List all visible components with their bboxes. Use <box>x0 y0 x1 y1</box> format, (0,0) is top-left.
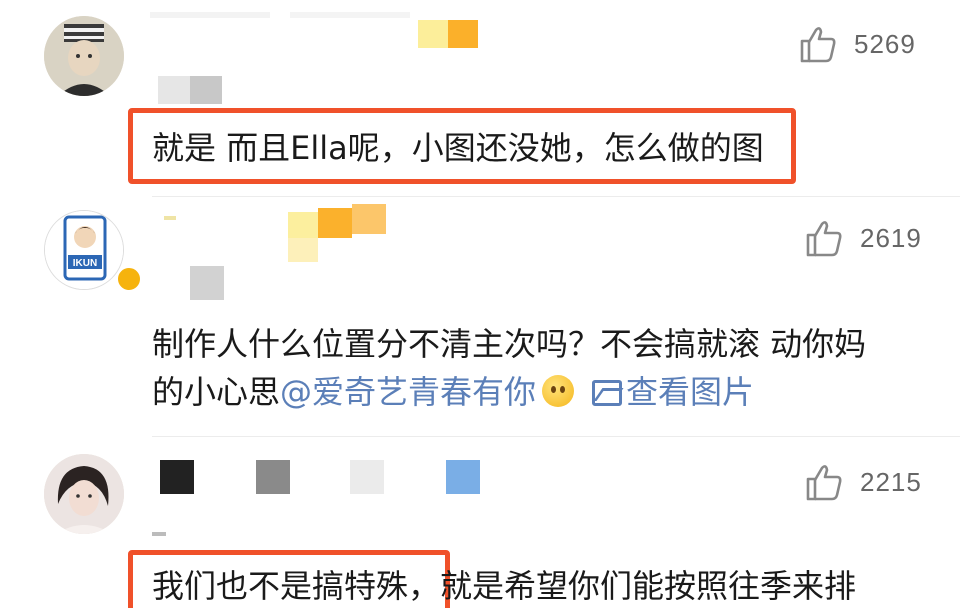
image-icon <box>592 380 623 406</box>
avatar[interactable] <box>44 16 124 96</box>
comment-text-line-1: 制作人什么位置分不清主次吗？不会搞就滚 动你妈 <box>152 325 867 363</box>
comment-text-line-2: 的小心思@爱奇艺青春有你 查看图片 <box>152 368 754 416</box>
thumbs-up-icon <box>800 27 836 63</box>
avatar[interactable] <box>44 454 124 534</box>
comment-text-rest: 就是希望你们能按照往季来排 <box>440 567 857 605</box>
comment-1: 5269 就是 而且Ella呢，小图还没她，怎么做的图 <box>0 0 960 200</box>
comment-text-highlighted: 我们也不是搞特殊， <box>152 567 441 605</box>
avatar[interactable]: IKUN <box>44 210 124 290</box>
verified-badge-icon <box>116 266 142 292</box>
like-button[interactable]: 2619 <box>804 218 922 258</box>
comment-text: 就是 而且Ella呢，小图还没她，怎么做的图 <box>152 129 764 167</box>
smiley-emoji-icon <box>542 375 575 407</box>
blurred-username <box>150 12 490 48</box>
comment-3: 2215 我们也不是搞特殊，就是希望你们能按照往季来排 <box>0 436 960 608</box>
thumbs-up-icon <box>806 221 842 257</box>
comment-2: IKUN 2619 制作人什么位置分不清主次吗？不会搞就滚 动你妈 的小心思@爱… <box>0 196 960 436</box>
like-count: 2619 <box>860 222 922 253</box>
blurred-username <box>150 202 410 308</box>
like-count: 5269 <box>854 28 916 59</box>
blurred-meta <box>152 76 232 104</box>
blurred-meta <box>152 532 182 540</box>
like-button[interactable]: 2215 <box>804 462 922 502</box>
view-image-link[interactable]: 查看图片 <box>626 373 754 411</box>
thumbs-up-icon <box>806 465 842 501</box>
like-count: 2215 <box>860 466 922 497</box>
mention-link[interactable]: @爱奇艺青春有你 <box>280 373 536 411</box>
blurred-username <box>150 458 490 498</box>
comment-text: 的小心思 <box>152 373 281 411</box>
comment-text: 我们也不是搞特殊，就是希望你们能按照往季来排 <box>152 562 856 608</box>
avatar-label: IKUN <box>73 258 97 269</box>
like-button[interactable]: 5269 <box>798 24 916 64</box>
